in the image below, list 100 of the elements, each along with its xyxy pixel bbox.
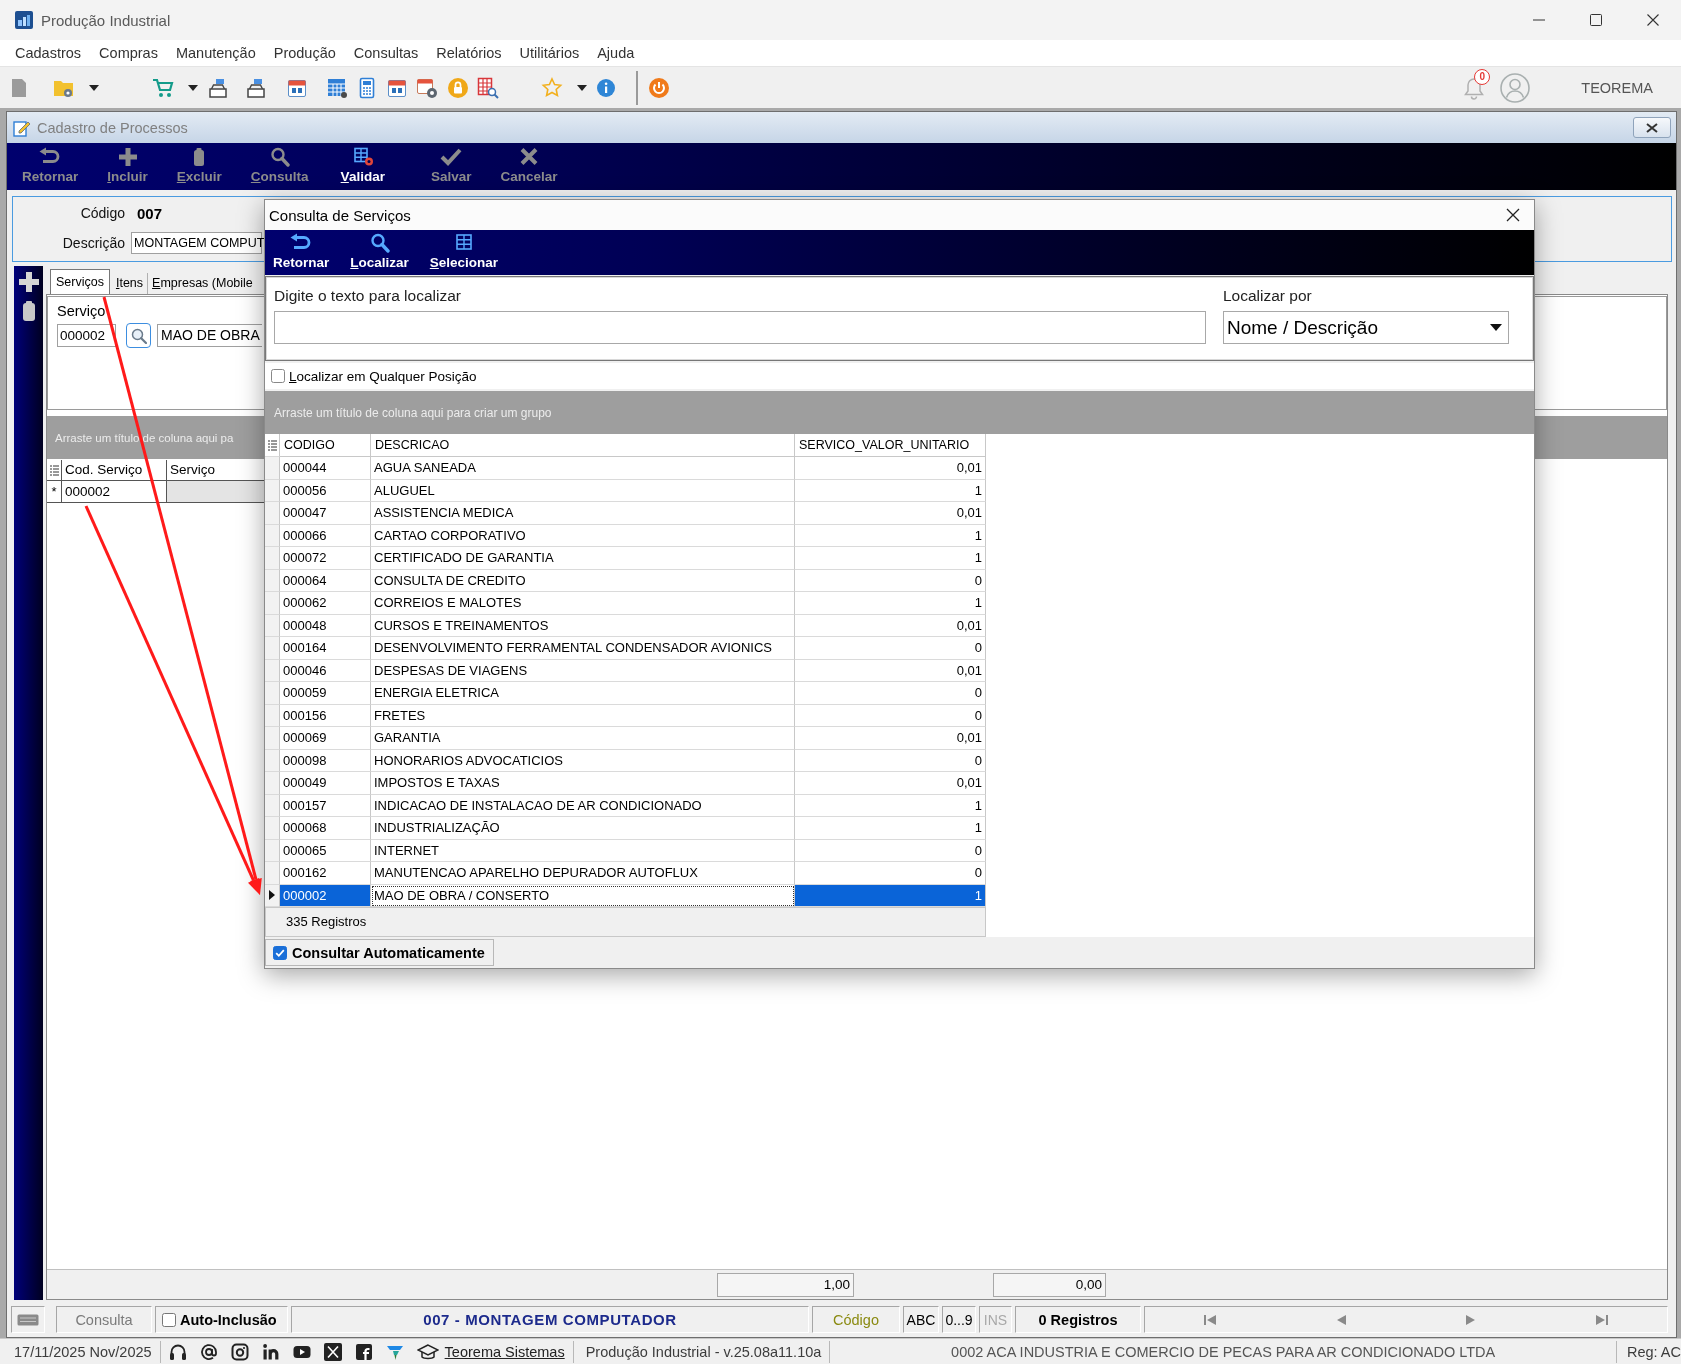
menu-item[interactable]: Utilitários [510,45,589,61]
table-cell: 0 [795,749,986,772]
cart-icon[interactable] [152,76,174,99]
table-cell: INDICACAO DE INSTALACAO DE AR CONDICIONADO [371,794,795,817]
column-header[interactable]: Cod. Serviço [62,460,167,480]
service-code-field[interactable]: 000002 [57,324,116,347]
cash-register-icon[interactable] [245,76,267,99]
table-cell: CARTAO CORPORATIVO [371,524,795,547]
menu-item[interactable]: Cadastros [6,45,91,61]
column-header[interactable]: DESCRICAO [371,434,795,457]
table-cell: 0,01 [795,614,986,637]
dropdown-arrow-icon [1490,324,1502,331]
info-icon[interactable] [595,76,617,99]
camera-icon[interactable] [230,1342,249,1361]
menu-item[interactable]: Consultas [344,45,428,61]
record-count: 0 Registros [1015,1306,1141,1333]
version-label: Produção Industrial - v.25.08a11.10a [585,1343,822,1360]
return-button[interactable]: Retornar [271,233,332,271]
close-icon[interactable] [1506,208,1520,222]
table-cell: 0,01 [795,457,986,480]
table-cell: CURSOS E TREINAMENTOS [371,614,795,637]
dropdown-caret-icon[interactable] [89,84,99,91]
search-by-dropdown[interactable]: Nome / Descrição [1223,311,1509,344]
select-button[interactable]: Selecionar [427,233,501,271]
table-cell: 1 [795,884,986,907]
table-cell: 0 [795,682,986,705]
row-pointer-icon [269,890,275,901]
column-header[interactable]: SERVICO_VALOR_UNITARIO [795,434,986,457]
cash-register-icon[interactable] [207,76,229,99]
close-icon[interactable] [1646,14,1659,26]
table-cell: HONORARIOS ADVOCATICIOS [371,749,795,772]
table-cell: INDUSTRIALIZAÇÃO [371,817,795,840]
list-icon[interactable] [49,464,59,476]
menu-item[interactable]: Compras [90,45,167,61]
mode-flag: ABC [903,1306,939,1333]
last-record-icon[interactable] [1595,1313,1608,1326]
table-cell: 1 [795,547,986,570]
tab[interactable]: Itens [111,273,148,294]
plus-icon[interactable] [17,271,40,293]
checkbox[interactable] [273,945,287,960]
headset-icon[interactable] [168,1342,187,1361]
maximize-icon[interactable] [1589,14,1602,26]
table-cell: 000072 [280,547,371,570]
field-label: Descrição [61,235,125,251]
search-button[interactable] [126,323,151,348]
calendar-grid-icon[interactable] [326,76,348,99]
table-cell: 0 [795,862,986,885]
power-icon[interactable] [648,76,670,99]
graduation-cap-icon[interactable] [416,1342,439,1361]
search-button[interactable]: Localizar [348,233,411,271]
star-icon[interactable] [541,76,563,99]
checkbox-label: Consultar Automaticamente [292,944,485,961]
table-cell: DESENVOLVIMENTO FERRAMENTAL CONDENSADOR AVIONICS [371,637,795,660]
table-cell: 000098 [280,749,371,772]
bin-icon[interactable] [20,300,37,322]
index-label: Código [812,1306,900,1333]
first-record-icon[interactable] [1204,1313,1217,1326]
menu-item[interactable]: Ajuda [588,45,644,61]
table-cell: FRETES [371,704,795,727]
checkbox[interactable] [162,1312,176,1327]
menu-item[interactable]: Relatórios [427,45,511,61]
close-button[interactable] [1633,117,1671,138]
keyboard-icon[interactable] [17,1313,39,1326]
website-link[interactable]: Teorema Sistemas [444,1343,565,1360]
dialog-title: Consulta de Serviços [269,206,411,224]
in-logo-icon[interactable] [261,1342,280,1361]
table-cell: 000047 [280,502,371,525]
close-icon [1646,122,1658,133]
x-square-icon[interactable] [323,1342,342,1361]
at-sign-icon[interactable] [199,1342,218,1361]
calendar-gear-icon[interactable] [416,76,438,99]
description-field[interactable]: MONTAGEM COMPUT [131,232,262,254]
notification-badge: 0 [1474,68,1491,85]
menu-item[interactable]: Manutenção [166,45,265,61]
validate-button[interactable]: Validar [338,147,387,185]
group-by-hint: Arraste um título de coluna aqui para criar um grupo [274,405,552,420]
user-name: TEOREMA [1581,79,1653,96]
table-cell: 0 [795,704,986,727]
checkbox[interactable] [271,369,285,383]
table-search-icon[interactable] [477,76,499,99]
search-field[interactable] [274,311,1206,344]
dropdown-caret-icon[interactable] [577,84,587,91]
checkbox-label: Auto-Inclusão [180,1311,277,1328]
service-name-field[interactable]: MAO DE OBRA [157,324,262,347]
mode-flag: 0...9 [942,1306,976,1333]
menu-item[interactable]: Produção [264,45,345,61]
list-icon[interactable] [267,439,277,451]
table-cell: 000164 [280,637,371,660]
table-cell: IMPOSTOS E TAXAS [371,772,795,795]
dropdown-caret-icon[interactable] [188,84,198,91]
table-cell: 000157 [280,794,371,817]
f-square-icon[interactable] [354,1342,373,1361]
tab[interactable]: Serviços [50,269,110,294]
minimize-icon[interactable] [1532,19,1545,21]
table-cell: 0 [795,637,986,660]
column-header[interactable]: CODIGO [280,434,371,457]
field-label: Serviço [57,302,107,320]
table-cell: 1 [795,794,986,817]
checkbox-label: Localizar em Qualquer Posição [289,368,477,384]
total-field: 1,00 [717,1272,854,1297]
